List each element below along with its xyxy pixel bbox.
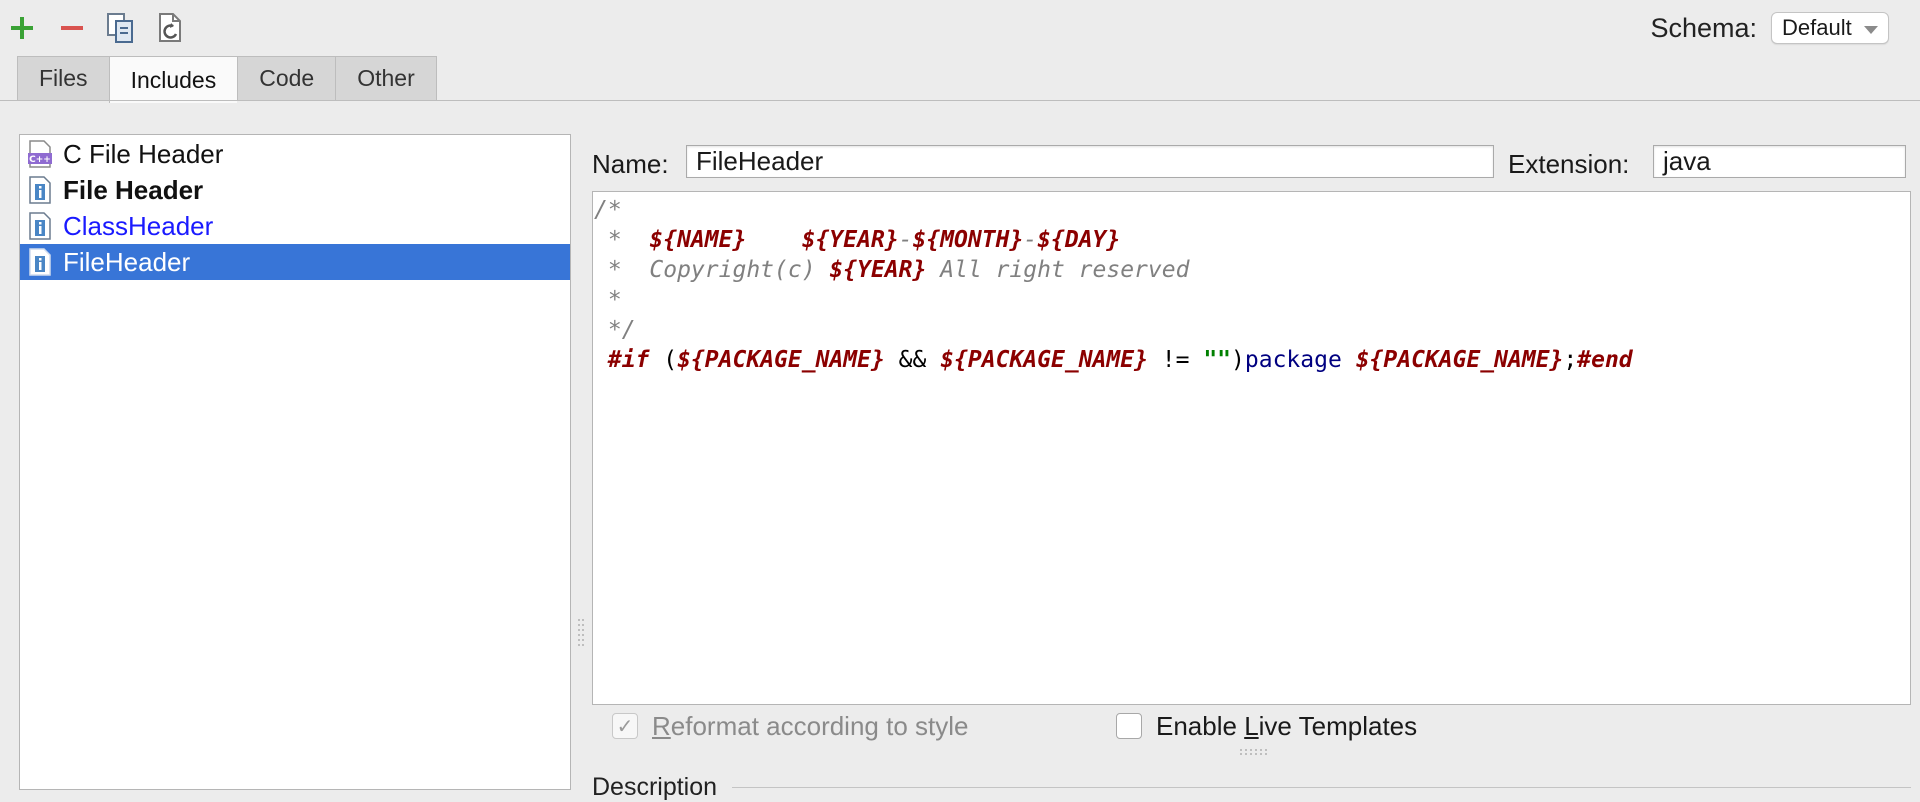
reset-to-default-icon (159, 13, 181, 42)
toolbar: Schema: Default (0, 0, 1920, 52)
schema-dropdown[interactable]: Default (1771, 12, 1889, 44)
code-line: * ${NAME} ${YEAR}-${MONTH}-${DAY} (594, 227, 1121, 253)
list-item[interactable]: File Header (20, 172, 570, 208)
tab-divider (0, 100, 1920, 101)
schema-value: Default (1782, 15, 1852, 40)
reformat-label: Reformat according to style (652, 710, 969, 741)
code-line: */ (594, 317, 636, 343)
description-label: Description (592, 773, 718, 801)
extension-label: Extension: (1508, 149, 1630, 179)
tab-bar: Files Includes Code Other (17, 56, 437, 103)
reset-template-button[interactable] (151, 8, 191, 48)
name-field[interactable]: FileHeader (686, 145, 1494, 178)
java-file-icon (29, 212, 51, 240)
copy-template-button[interactable] (101, 8, 141, 48)
list-item-label: File Header (63, 174, 204, 205)
java-file-icon (29, 176, 51, 204)
tab-includes[interactable]: Includes (108, 56, 238, 103)
add-template-button[interactable] (2, 8, 42, 48)
tab-other[interactable]: Other (335, 56, 437, 101)
name-label: Name: (592, 149, 669, 179)
live-templates-label: Enable Live Templates (1156, 710, 1418, 741)
schema-label: Schema: (1650, 13, 1757, 43)
list-item[interactable]: C++ C File Header (20, 136, 570, 172)
live-templates-checkbox[interactable] (1116, 713, 1142, 739)
reformat-checkbox-row: ✓ Reformat according to style (612, 710, 968, 742)
code-line: /* (594, 197, 622, 223)
list-item[interactable]: FileHeader (20, 244, 570, 280)
copy-icon (107, 13, 133, 43)
extension-field[interactable]: java (1653, 145, 1906, 178)
template-list[interactable]: C++ C File Header File Header ClassHeade… (19, 134, 571, 790)
plus-icon (11, 17, 33, 39)
code-line: * (594, 287, 622, 313)
splitter-handle-horizontal[interactable] (1238, 748, 1268, 756)
code-line: * Copyright(c) ${YEAR} All right reserve… (594, 257, 1190, 283)
description-divider (732, 787, 1911, 788)
template-code-editor[interactable]: /* * ${NAME} ${YEAR}-${MONTH}-${DAY} * C… (592, 191, 1911, 705)
reformat-checkbox: ✓ (612, 713, 638, 739)
tab-code[interactable]: Code (237, 56, 336, 101)
remove-template-button[interactable] (52, 8, 92, 48)
cpp-file-icon: C++ (28, 140, 52, 168)
svg-text:C++: C++ (29, 155, 51, 165)
live-templates-checkbox-row[interactable]: Enable Live Templates (1116, 710, 1417, 742)
code-line: #if (${PACKAGE_NAME} && ${PACKAGE_NAME} … (607, 347, 1633, 373)
list-item-label: FileHeader (63, 246, 191, 277)
list-item-label: C File Header (63, 138, 224, 169)
java-file-icon (29, 248, 51, 276)
chevron-down-icon (1864, 26, 1878, 34)
splitter-handle[interactable] (577, 617, 585, 647)
list-item-label: ClassHeader (63, 210, 214, 241)
list-item[interactable]: ClassHeader (20, 208, 570, 244)
tab-files[interactable]: Files (17, 56, 109, 101)
minus-icon (61, 26, 83, 30)
